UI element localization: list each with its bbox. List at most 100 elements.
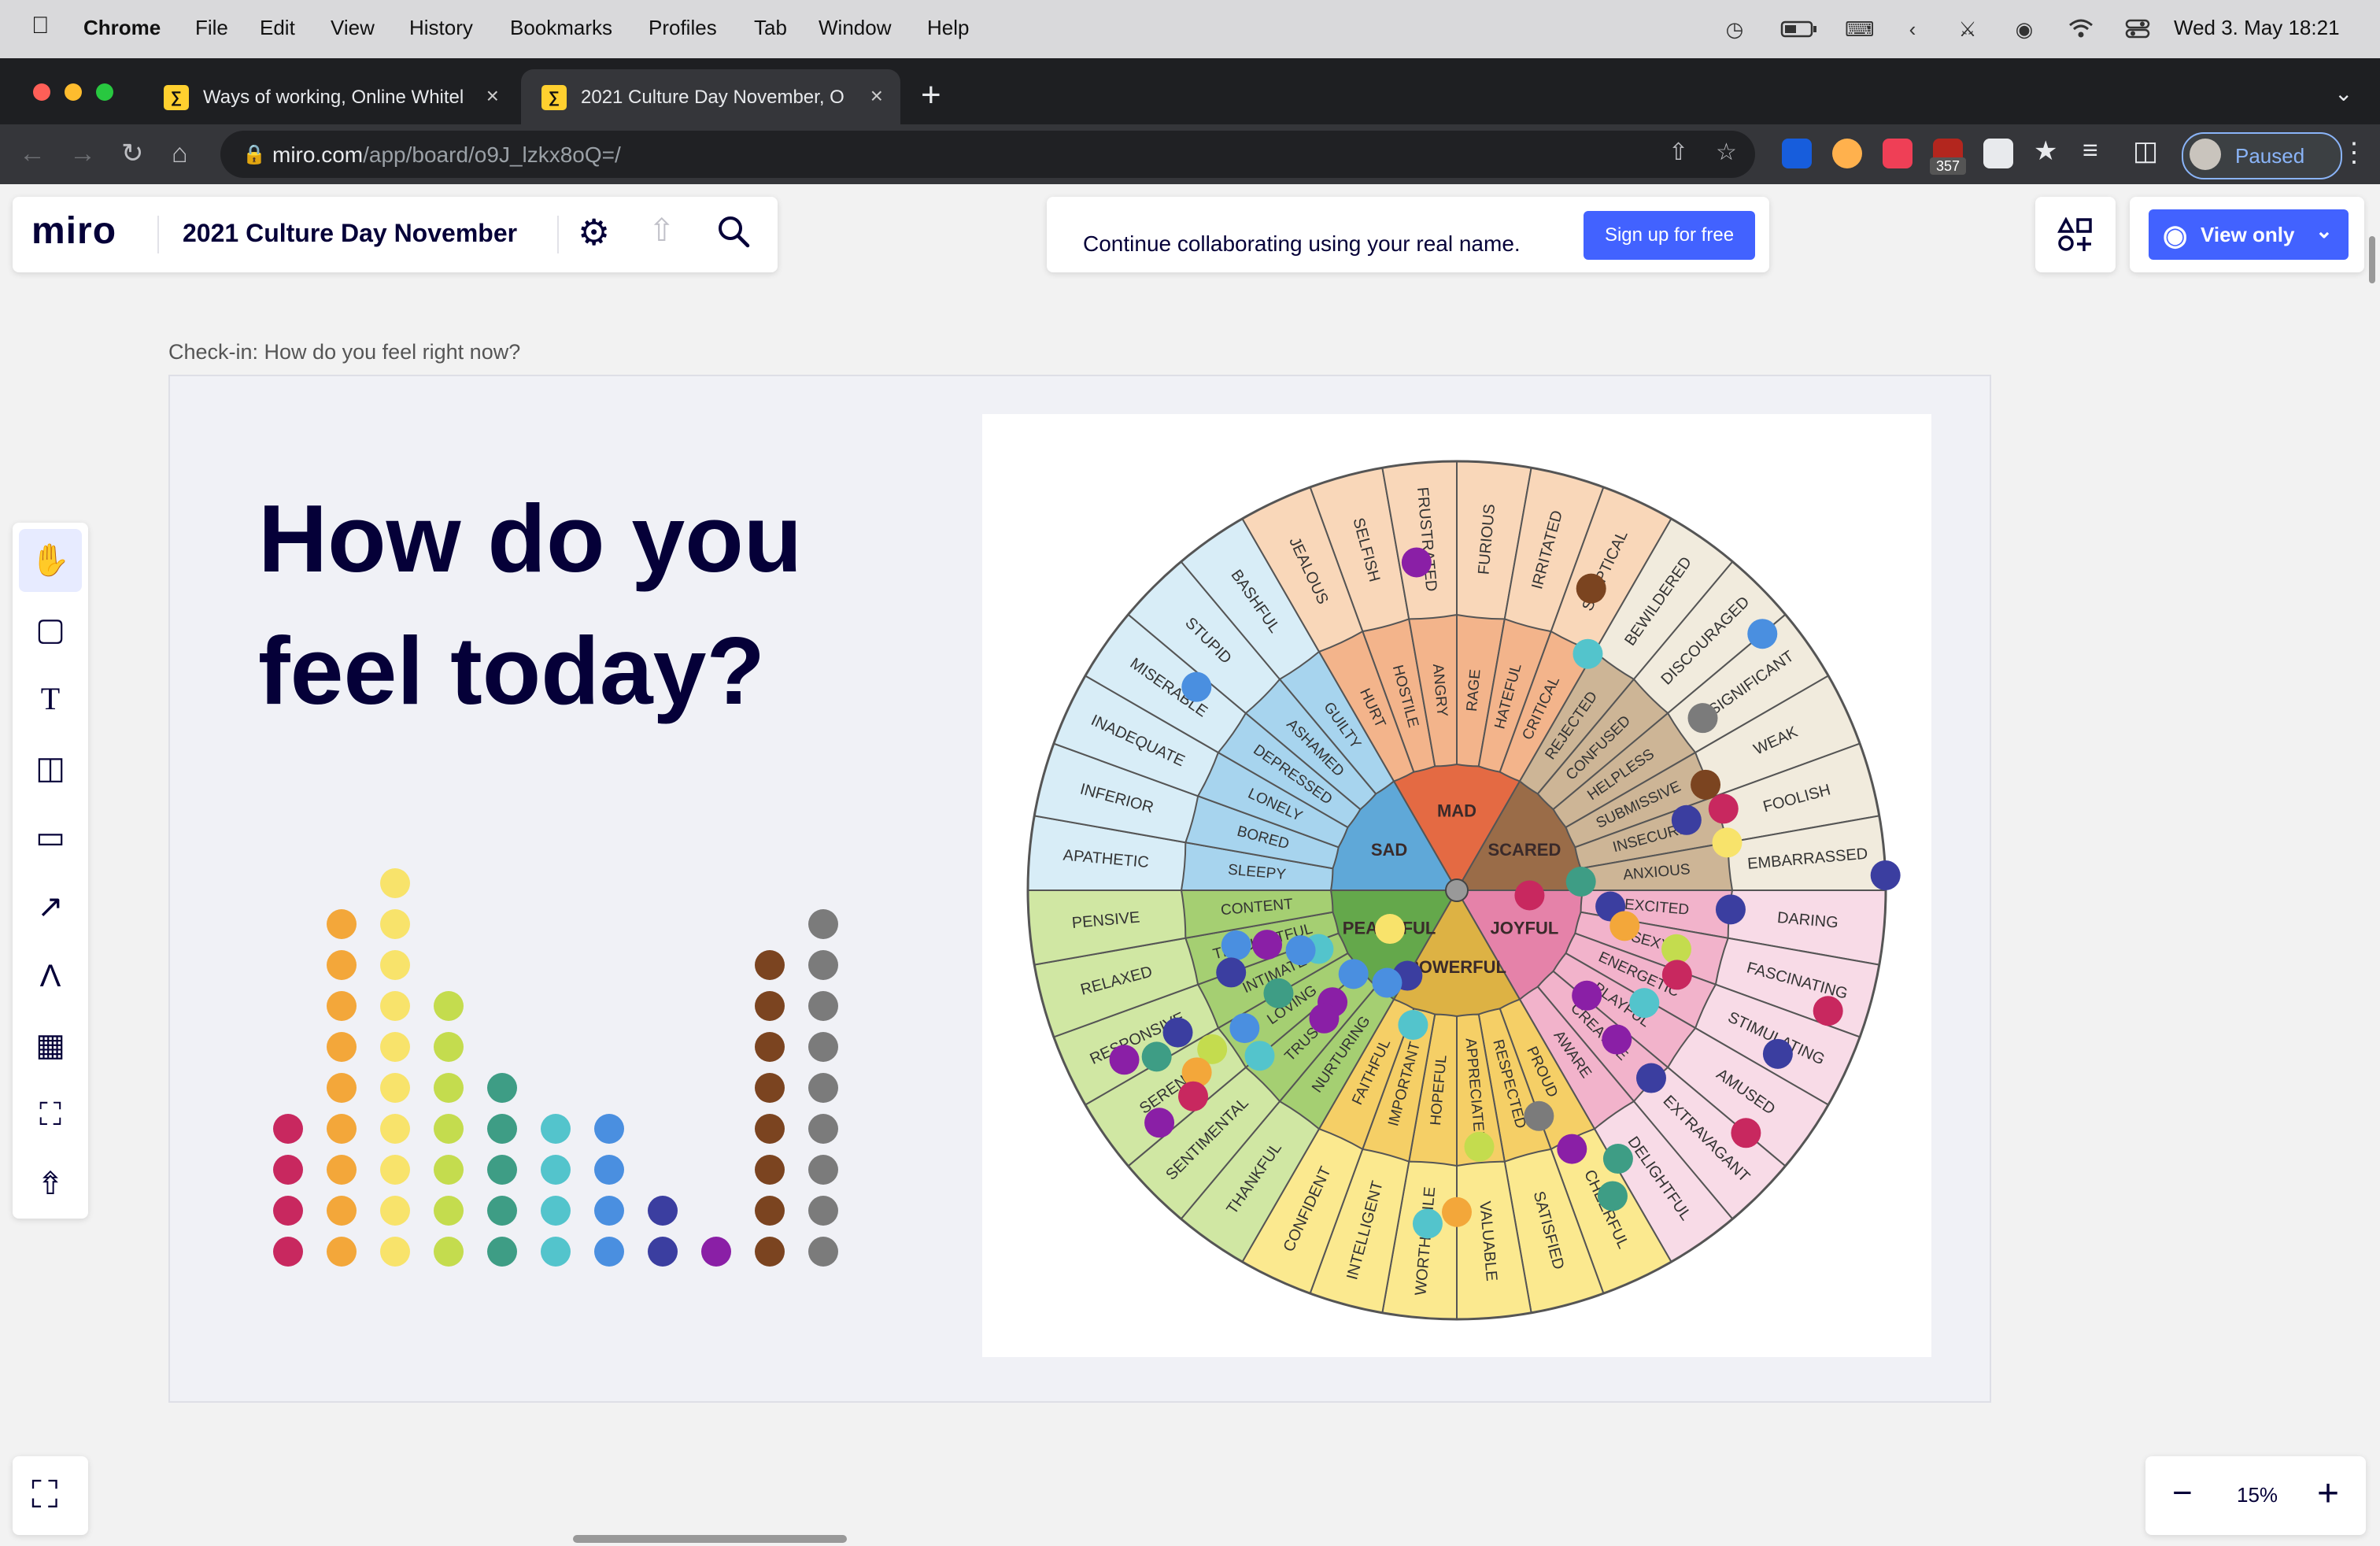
vote-dot[interactable] xyxy=(327,1032,357,1062)
vote-dot[interactable] xyxy=(327,1237,357,1267)
wheel-vote-dot[interactable] xyxy=(1216,957,1247,988)
vote-dot[interactable] xyxy=(541,1114,571,1144)
zoom-level[interactable]: 15% xyxy=(2237,1483,2278,1507)
vote-dot[interactable] xyxy=(327,1196,357,1226)
sticky-note-tool-icon[interactable]: ◫ xyxy=(19,737,82,800)
wheel-vote-dot[interactable] xyxy=(1338,959,1369,989)
vote-dot[interactable] xyxy=(541,1196,571,1226)
reload-icon[interactable]: ↻ xyxy=(121,139,144,168)
frame-label[interactable]: Check-in: How do you feel right now? xyxy=(168,340,520,364)
wheel-vote-dot[interactable] xyxy=(1514,880,1545,911)
wheel-vote-dot[interactable] xyxy=(1375,914,1406,945)
vote-dot[interactable] xyxy=(327,1114,357,1144)
vote-dot[interactable] xyxy=(487,1114,517,1144)
vote-dot[interactable] xyxy=(594,1237,624,1267)
puzzle-extensions-icon[interactable]: ★ xyxy=(2034,135,2057,167)
home-icon[interactable]: ⌂ xyxy=(172,139,188,168)
hand-select-tool[interactable]: ✋ xyxy=(19,529,82,592)
menu-bookmarks[interactable]: Bookmarks xyxy=(510,16,612,40)
wheel-vote-dot[interactable] xyxy=(1401,547,1432,578)
vote-dot[interactable] xyxy=(594,1114,624,1144)
menu-help[interactable]: Help xyxy=(927,16,969,40)
apps-button[interactable] xyxy=(2035,197,2116,272)
vote-dot[interactable] xyxy=(808,1114,838,1144)
horizontal-scrollbar[interactable] xyxy=(573,1535,847,1543)
vote-dot[interactable] xyxy=(808,950,838,980)
vote-dot[interactable] xyxy=(380,1073,410,1103)
menu-history[interactable]: History xyxy=(409,16,473,40)
vote-dot[interactable] xyxy=(434,1155,464,1185)
menubar-clock[interactable]: Wed 3. May 18:21 xyxy=(2174,16,2340,40)
keyboard-icon[interactable]: ⌨ xyxy=(1845,17,1875,41)
vote-dot[interactable] xyxy=(541,1237,571,1267)
vote-dot[interactable] xyxy=(273,1155,303,1185)
profile-paused-button[interactable]: Paused xyxy=(2182,132,2342,179)
wheel-vote-dot[interactable] xyxy=(1731,1118,1761,1148)
wheel-vote-dot[interactable] xyxy=(1285,935,1316,966)
battery-icon[interactable] xyxy=(1780,17,1818,41)
vote-dot[interactable] xyxy=(755,1114,785,1144)
side-panel-icon[interactable]: ◫ xyxy=(2133,135,2158,167)
tab-ways-of-working[interactable]: ∑ Ways of working, Online Whitel × xyxy=(143,69,516,124)
wheel-vote-dot[interactable] xyxy=(1398,1010,1428,1041)
wheel-vote-dot[interactable] xyxy=(1229,1013,1260,1044)
wheel-vote-dot[interactable] xyxy=(1372,967,1402,998)
wheel-vote-dot[interactable] xyxy=(1309,1003,1340,1034)
vote-dot[interactable] xyxy=(327,991,357,1021)
menu-profiles[interactable]: Profiles xyxy=(649,16,717,40)
signup-button[interactable]: Sign up for free xyxy=(1584,211,1755,260)
vote-dot[interactable] xyxy=(487,1073,517,1103)
vote-dot[interactable] xyxy=(380,868,410,898)
vote-dot[interactable] xyxy=(327,1073,357,1103)
frame-tool-icon[interactable]: ⛶ xyxy=(19,1083,82,1146)
back-arrow-icon[interactable]: ← xyxy=(19,139,46,168)
vote-dot[interactable] xyxy=(808,991,838,1021)
apple-icon[interactable]:  xyxy=(31,13,50,39)
wheel-vote-dot[interactable] xyxy=(1747,619,1778,649)
vote-dot[interactable] xyxy=(380,950,410,980)
pocket-extension-icon[interactable] xyxy=(1883,139,1913,168)
tab-close-icon[interactable]: × xyxy=(870,83,883,109)
settings-gear-icon[interactable]: ⚙ xyxy=(578,211,610,253)
frames-panel-button[interactable]: ⛶ xyxy=(13,1456,88,1535)
menu-edit[interactable]: Edit xyxy=(260,16,295,40)
menu-file[interactable]: File xyxy=(195,16,228,40)
wheel-vote-dot[interactable] xyxy=(1221,930,1251,960)
wheel-vote-dot[interactable] xyxy=(1464,1131,1495,1162)
time-machine-icon[interactable]: ◷ xyxy=(1722,17,1747,41)
share-icon[interactable]: ⇧ xyxy=(1669,139,1688,166)
vote-dot[interactable] xyxy=(808,1155,838,1185)
vote-dot[interactable] xyxy=(594,1196,624,1226)
wheel-vote-dot[interactable] xyxy=(1572,638,1603,669)
window-minimize-button[interactable] xyxy=(65,83,82,101)
menu-app-name[interactable]: Chrome xyxy=(83,16,161,40)
reading-list-icon[interactable]: ≡ xyxy=(2082,135,2098,166)
wheel-vote-dot[interactable] xyxy=(1412,1208,1443,1239)
view-only-dropdown[interactable]: ◉ View only ⌄ xyxy=(2149,209,2349,260)
vote-dot[interactable] xyxy=(648,1196,678,1226)
text-tool-icon[interactable]: T xyxy=(19,668,82,730)
vote-dot[interactable] xyxy=(380,1196,410,1226)
zoom-in-button[interactable]: + xyxy=(2317,1472,2339,1515)
arrow-line-tool-icon[interactable]: ↗ xyxy=(19,875,82,938)
shapes-tool-icon[interactable]: ▭ xyxy=(19,806,82,869)
pen-tool-icon[interactable]: Λ xyxy=(19,945,82,1008)
menu-window[interactable]: Window xyxy=(819,16,891,40)
vote-dot[interactable] xyxy=(808,1237,838,1267)
wheel-vote-dot[interactable] xyxy=(1629,988,1660,1019)
network-icon[interactable]: ⚔ xyxy=(1955,17,1980,41)
vote-dot[interactable] xyxy=(380,1032,410,1062)
vote-dot[interactable] xyxy=(808,909,838,939)
vote-dot[interactable] xyxy=(434,1073,464,1103)
address-bar[interactable]: 🔒 miro.com/app/board/o9J_lzkx8oQ=/ ⇧ ☆ xyxy=(220,131,1755,178)
vote-dot[interactable] xyxy=(327,909,357,939)
vote-dot[interactable] xyxy=(434,1237,464,1267)
lock-icon[interactable]: 🔒 xyxy=(242,143,266,166)
forward-arrow-icon[interactable]: → xyxy=(69,139,96,168)
wheel-vote-dot[interactable] xyxy=(1671,804,1702,835)
vote-dot[interactable] xyxy=(434,991,464,1021)
wheel-vote-dot[interactable] xyxy=(1181,671,1212,702)
vote-dot[interactable] xyxy=(755,991,785,1021)
wheel-vote-dot[interactable] xyxy=(1687,703,1718,734)
vote-dot[interactable] xyxy=(808,1073,838,1103)
